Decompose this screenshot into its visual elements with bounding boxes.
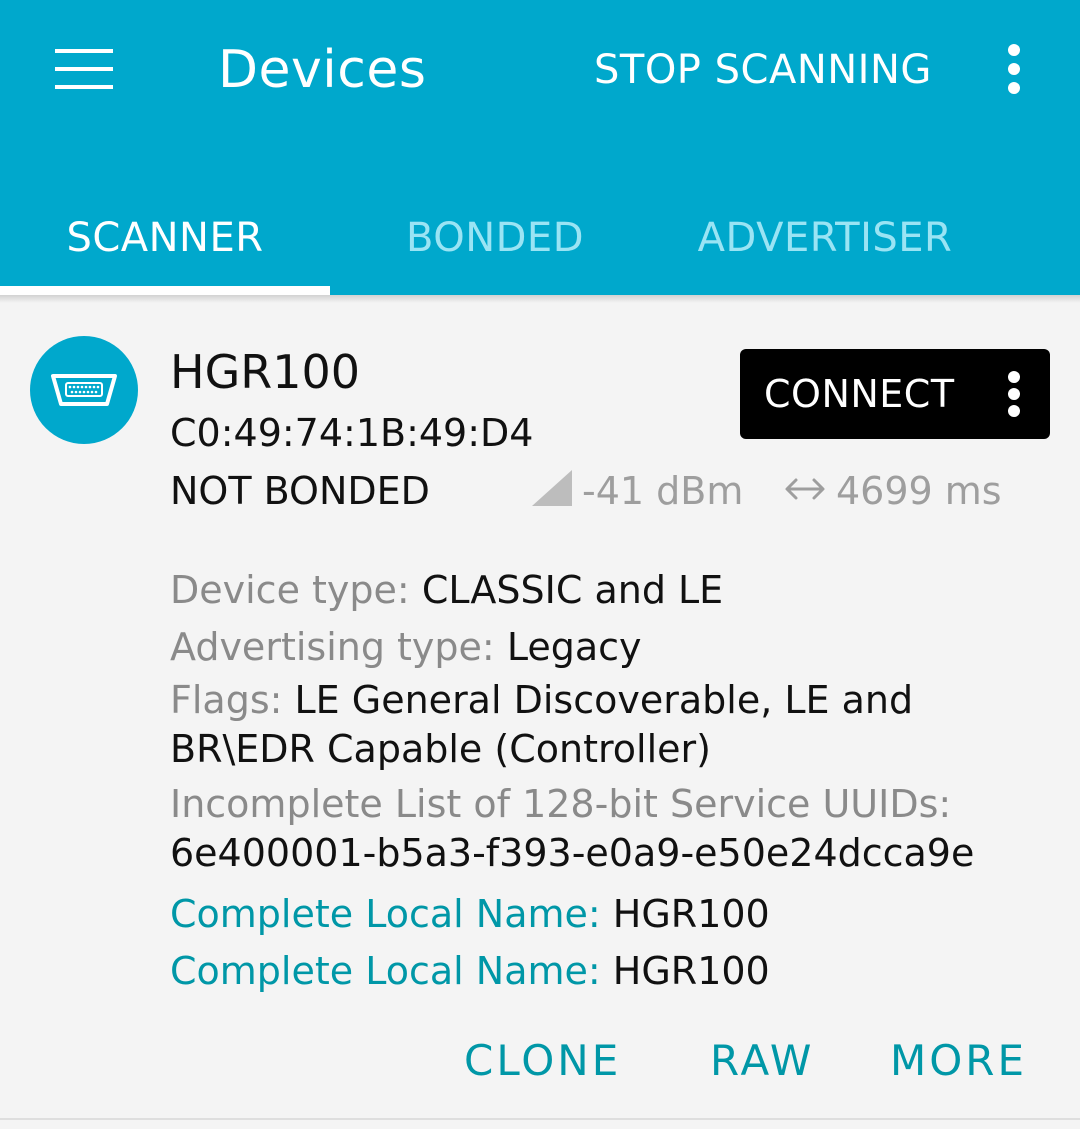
service-uuids-value-row: 6e400001-b5a3-f393-e0a9-e50e24dcca9e [170, 829, 1040, 878]
local-name-label: Complete Local Name: [170, 949, 613, 993]
tab-bar: SCANNER BONDED ADVERTISER [0, 180, 1080, 295]
device-type-label: Device type: [170, 568, 422, 612]
app-bar-shadow [0, 295, 1080, 303]
selected-tab-indicator [0, 286, 330, 295]
local-name-value: HGR100 [612, 892, 770, 936]
advertising-details: Device type: CLASSIC and LE Advertising … [170, 562, 1040, 1000]
advertising-type-value: Legacy [506, 625, 642, 669]
tab-bonded[interactable]: BONDED [330, 180, 660, 295]
device-type-value: CLASSIC and LE [421, 568, 724, 612]
tab-advertiser[interactable]: ADVERTISER [660, 180, 990, 295]
raw-button[interactable]: RAW [710, 1030, 814, 1092]
advertising-type-label: Advertising type: [170, 625, 507, 669]
navigation-menu-button[interactable] [40, 30, 128, 108]
local-name-row: Complete Local Name: HGR100 [170, 886, 1040, 943]
more-button[interactable]: MORE [890, 1030, 1027, 1092]
advertising-interval-icon [785, 478, 825, 500]
clone-button[interactable]: CLONE [464, 1030, 621, 1092]
flags-row: Flags: LE General Discoverable, LE and B… [170, 676, 1040, 774]
signal-strength-icon [532, 470, 572, 506]
service-uuids-value: 6e400001-b5a3-f393-e0a9-e50e24dcca9e [170, 831, 975, 875]
hamburger-menu-icon [55, 49, 113, 89]
more-vertical-icon [1008, 371, 1020, 417]
advertising-type-row: Advertising type: Legacy [170, 619, 1040, 676]
rssi-value: -41 dBm [582, 469, 744, 513]
interval-value: 4699 ms [836, 469, 1002, 513]
service-uuids-label: Incomplete List of 128-bit Service UUIDs… [170, 782, 952, 826]
serial-port-icon [51, 374, 117, 406]
overflow-menu-button[interactable] [988, 30, 1040, 108]
page-title: Devices [218, 40, 427, 100]
more-vertical-icon [1008, 44, 1020, 94]
local-name-label: Complete Local Name: [170, 892, 613, 936]
service-uuids-label-row: Incomplete List of 128-bit Service UUIDs… [170, 780, 1040, 829]
bond-state: NOT BONDED [170, 469, 430, 513]
connect-button[interactable]: CONNECT [740, 349, 1050, 439]
flags-label: Flags: [170, 678, 295, 722]
connect-options-button[interactable] [992, 349, 1036, 439]
device-type-row: Device type: CLASSIC and LE [170, 562, 1040, 619]
tab-scanner[interactable]: SCANNER [0, 180, 330, 295]
connect-button-label: CONNECT [764, 372, 955, 416]
stop-scanning-button[interactable]: STOP SCANNING [594, 46, 932, 94]
device-name: HGR100 [170, 345, 360, 399]
device-address: C0:49:74:1B:49:D4 [170, 411, 534, 455]
local-name-value: HGR100 [612, 949, 770, 993]
local-name-row: Complete Local Name: HGR100 [170, 943, 1040, 1000]
card-divider [0, 1118, 1080, 1120]
card-actions: CLONE RAW MORE [0, 1030, 1080, 1092]
device-avatar [30, 336, 138, 444]
app-bar: Devices STOP SCANNING SCANNER BONDED ADV… [0, 0, 1080, 295]
